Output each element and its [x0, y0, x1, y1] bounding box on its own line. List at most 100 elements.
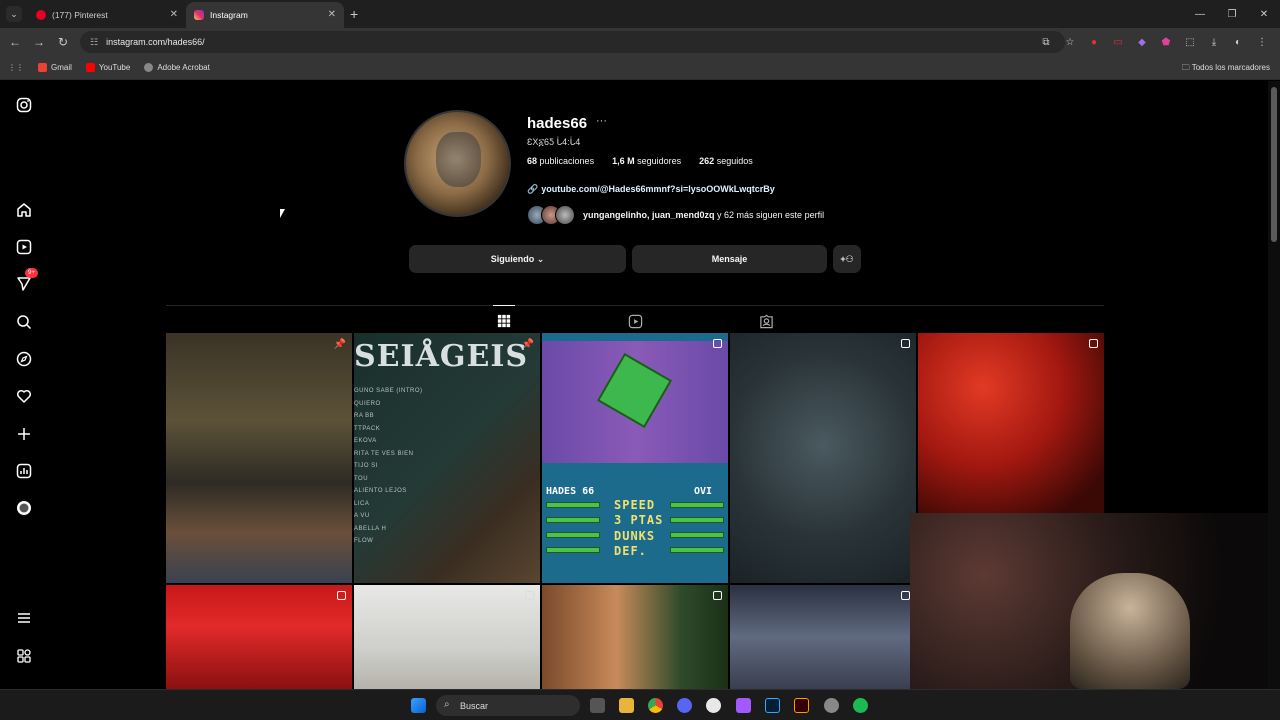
also-from-meta-icon[interactable] — [15, 647, 33, 665]
settings-gear-icon[interactable] — [824, 698, 839, 713]
bookmarks-bar: ⋮⋮ Gmail YouTube Adobe Acrobat 🗀 Todos l… — [0, 56, 1280, 80]
download-icon[interactable]: ⤓ — [1202, 37, 1226, 48]
stat-posts[interactable]: 68 publicaciones — [527, 156, 603, 166]
discord-icon[interactable] — [677, 698, 692, 713]
post-tile[interactable]: 📌 — [166, 333, 352, 583]
back-icon[interactable]: ← — [3, 35, 27, 49]
slack-icon[interactable] — [706, 698, 721, 713]
profile-icon[interactable]: ◐ — [1226, 37, 1250, 48]
following-button[interactable]: Siguiendo ⌄ — [409, 245, 626, 273]
webcam-overlay — [910, 513, 1280, 689]
more-menu-icon[interactable] — [15, 609, 33, 627]
file-explorer-icon[interactable] — [619, 698, 634, 713]
close-tab-icon[interactable]: ✕ — [170, 9, 178, 20]
post-tile[interactable] — [918, 333, 1104, 513]
instagram-page: 9+ hades66 ··· ƐX፩6Ƽ ᒑ4:ᒑ4 68 publicacio… — [0, 81, 1280, 689]
tab-instagram[interactable]: Instagram ✕ — [186, 2, 344, 28]
tab-posts-grid-icon[interactable] — [493, 305, 515, 332]
carousel-icon — [901, 339, 910, 348]
profile-avatar-icon[interactable] — [15, 499, 33, 517]
extension-shield-icon[interactable]: ⬟ — [1154, 37, 1178, 48]
taskbar-search[interactable]: ⌕ Buscar — [436, 695, 580, 716]
figma-icon[interactable] — [736, 698, 751, 713]
profile-full-name: ƐX፩6Ƽ ᒑ4:ᒑ4 — [527, 137, 581, 147]
tab-pinterest[interactable]: (177) Pinterest ✕ — [28, 2, 186, 28]
post-tile[interactable]: SEIÅGEIS GUNO SABE (INTRO) QUIERO RA BB TTP… — [354, 333, 540, 583]
all-bookmarks-folder[interactable]: 🗀 Todos los marcadores — [1182, 62, 1270, 76]
bookmark-star-icon[interactable]: ☆ — [1058, 37, 1082, 48]
post-tile[interactable] — [730, 585, 916, 689]
pinterest-icon — [36, 10, 46, 20]
extension-cast-icon[interactable]: ▭ — [1106, 37, 1130, 48]
dashboard-icon[interactable] — [15, 462, 33, 480]
notifications-heart-icon[interactable] — [15, 387, 33, 405]
followed-by-rest: y 62 más siguen este perfil — [714, 210, 825, 220]
minimize-icon[interactable]: — — [1184, 9, 1216, 20]
post-tile[interactable] — [730, 333, 916, 583]
page-scrollbar[interactable] — [1268, 81, 1280, 689]
chrome-icon[interactable] — [648, 698, 663, 713]
stat-following[interactable]: 262 seguidos — [699, 156, 762, 166]
bookmark-youtube[interactable]: YouTube — [85, 63, 130, 72]
tab-reels-icon[interactable] — [624, 310, 646, 332]
photoshop-icon[interactable] — [765, 698, 780, 713]
album-title: SEIÅGEIS — [354, 339, 529, 374]
extensions-puzzle-icon[interactable]: ⬚ — [1178, 37, 1202, 48]
task-view-icon[interactable] — [590, 698, 605, 713]
site-info-icon[interactable]: ☷ — [90, 37, 98, 48]
tab-search-button[interactable]: ⌄ — [6, 6, 22, 22]
extension-purple-icon[interactable]: ◆ — [1130, 37, 1154, 48]
install-app-icon[interactable]: ⧉ — [1034, 37, 1058, 48]
extension-red-icon[interactable]: ● — [1082, 37, 1106, 48]
explore-compass-icon[interactable] — [15, 350, 33, 368]
tab-tagged-icon[interactable] — [755, 310, 777, 332]
window-controls: — ❐ ✕ — [1184, 0, 1280, 28]
stat-followers[interactable]: 1,6 M seguidores — [612, 156, 690, 166]
scrollbar-thumb[interactable] — [1271, 87, 1277, 242]
search-icon: ⌕ — [444, 699, 450, 710]
profile-picture[interactable] — [404, 110, 511, 217]
home-icon[interactable] — [15, 201, 33, 219]
search-icon[interactable] — [15, 313, 33, 331]
post-tile[interactable] — [354, 585, 540, 689]
apps-grid-icon[interactable]: ⋮⋮ — [8, 63, 24, 72]
acrobat-icon — [144, 63, 154, 72]
tab-label: (177) Pinterest — [52, 10, 108, 20]
carousel-icon — [525, 591, 534, 600]
spotify-icon[interactable] — [853, 698, 868, 713]
game-player-left: HADES 66 — [546, 486, 595, 497]
menu-kebab-icon[interactable]: ⋮ — [1250, 37, 1274, 48]
instagram-logo-icon[interactable] — [15, 96, 33, 114]
forward-icon[interactable]: → — [27, 35, 51, 49]
follower-avatar — [555, 205, 575, 225]
carousel-icon — [901, 591, 910, 600]
post-tile[interactable] — [542, 585, 728, 689]
link-icon: 🔗 — [527, 184, 539, 194]
close-tab-icon[interactable]: ✕ — [328, 9, 336, 20]
new-tab-icon[interactable]: + — [350, 6, 358, 22]
restore-icon[interactable]: ❐ — [1216, 9, 1248, 20]
windows-taskbar: ⌕ Buscar — [0, 689, 1280, 720]
close-window-icon[interactable]: ✕ — [1248, 9, 1280, 20]
profile-link[interactable]: 🔗 youtube.com/@Hades66mmnf?si=lysoOOWkLwq… — [527, 184, 775, 195]
reload-icon[interactable]: ↻ — [51, 35, 75, 49]
bookmark-gmail[interactable]: Gmail — [38, 63, 72, 72]
carousel-icon — [713, 591, 722, 600]
notification-badge: 9+ — [25, 268, 38, 278]
bookmark-adobe-acrobat[interactable]: Adobe Acrobat — [144, 63, 210, 72]
extensions-area: ⧉ ☆ ● ▭ ◆ ⬟ ⬚ ⤓ ◐ ⋮ — [1034, 28, 1274, 56]
windows-start-icon[interactable] — [411, 698, 426, 713]
options-ellipsis-icon[interactable]: ··· — [596, 115, 607, 127]
suggested-users-button[interactable]: +⚇ — [833, 245, 861, 273]
post-tile[interactable] — [166, 585, 352, 689]
address-bar[interactable]: ☷ instagram.com/hades66/ — [80, 31, 1065, 53]
profile-username: hades66 — [527, 115, 588, 132]
reels-icon[interactable] — [15, 238, 33, 256]
create-plus-icon[interactable] — [15, 425, 33, 443]
post-tile[interactable]: HADES 66 OVI SPEED 3 PTAS DUNKS DEF. — [542, 333, 728, 583]
instagram-favicon-icon — [194, 10, 204, 20]
followed-by[interactable]: yungangelinho, juan_mend0zq y 62 más sig… — [527, 205, 824, 225]
illustrator-icon[interactable] — [794, 698, 809, 713]
messages-icon[interactable]: 9+ — [15, 268, 38, 293]
message-button[interactable]: Mensaje — [632, 245, 827, 273]
